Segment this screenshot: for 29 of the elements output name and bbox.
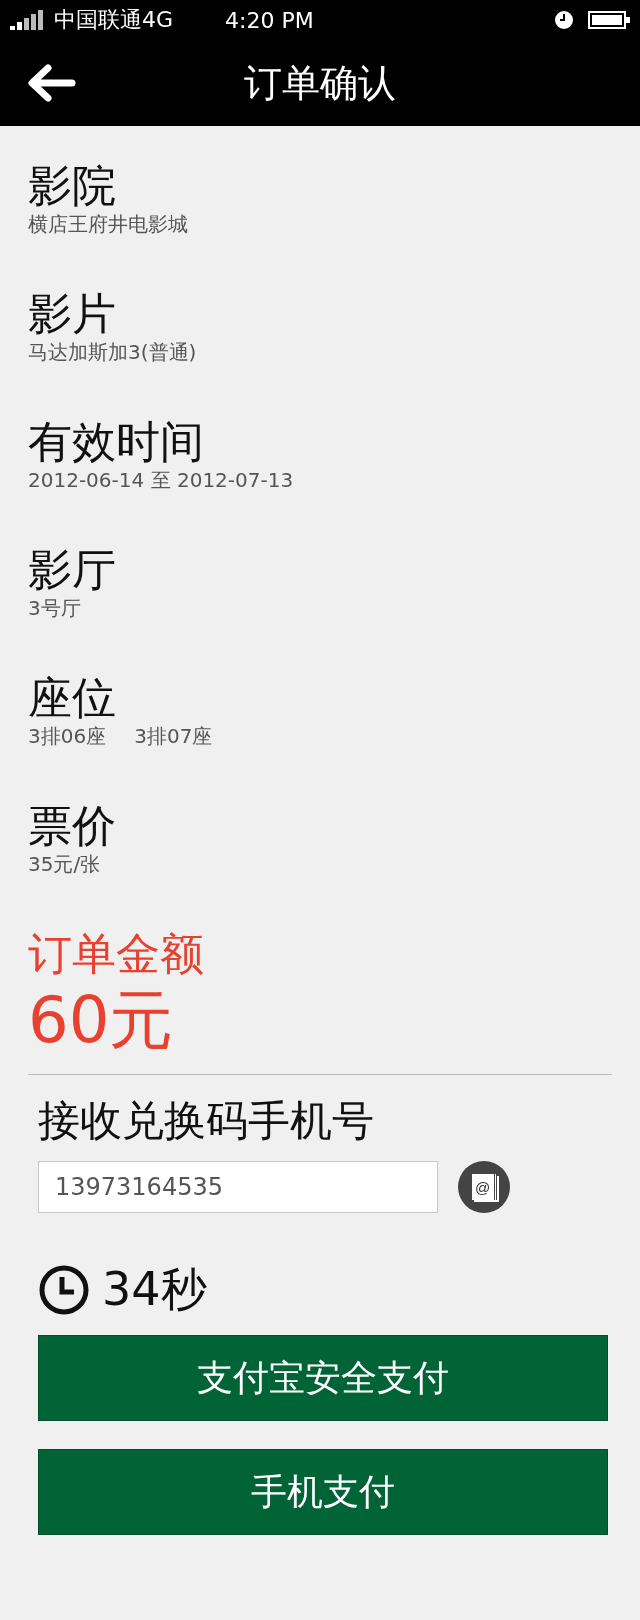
carrier-name: 中国联通4G bbox=[54, 6, 174, 34]
page-title: 订单确认 bbox=[243, 59, 397, 107]
clock-icon bbox=[38, 1264, 90, 1316]
phone-label: 接收兑换码手机号 bbox=[38, 1095, 375, 1147]
detail-label: 影厅 bbox=[28, 544, 117, 596]
pay-button[interactable]: 手机支付 bbox=[38, 1449, 608, 1535]
detail-label: 有效时间 bbox=[28, 416, 205, 468]
countdown-text: 34秒 bbox=[102, 1261, 207, 1318]
detail-value: 3号厅 bbox=[28, 596, 81, 620]
detail-value: 马达加斯加3(普通) bbox=[28, 340, 197, 364]
detail-value: 横店王府井电影城 bbox=[28, 212, 188, 236]
signal-icon bbox=[10, 10, 46, 30]
detail-label: 影片 bbox=[28, 288, 117, 340]
detail-value: 3排06座 bbox=[28, 724, 107, 748]
back-arrow-icon[interactable] bbox=[26, 63, 76, 103]
phone-input[interactable]: 13973164535 bbox=[38, 1161, 438, 1213]
alarm-icon bbox=[554, 10, 574, 30]
detail-value: 35元/张 bbox=[28, 852, 101, 876]
pay-button[interactable]: 支付宝安全支付 bbox=[38, 1335, 608, 1421]
detail-label: 座位 bbox=[28, 672, 117, 724]
total-amount: 60元 bbox=[28, 982, 175, 1059]
detail-value: 2012-06-14 至 2012-07-13 bbox=[28, 468, 294, 492]
detail-label: 影院 bbox=[28, 160, 117, 212]
total-label: 订单金额 bbox=[28, 928, 205, 980]
battery-icon bbox=[588, 11, 630, 29]
detail-label: 票价 bbox=[28, 800, 117, 852]
status-time: 4:20 PM bbox=[225, 7, 315, 33]
detail-value: 3排07座 bbox=[134, 724, 213, 748]
contacts-button[interactable]: @ bbox=[458, 1161, 510, 1213]
